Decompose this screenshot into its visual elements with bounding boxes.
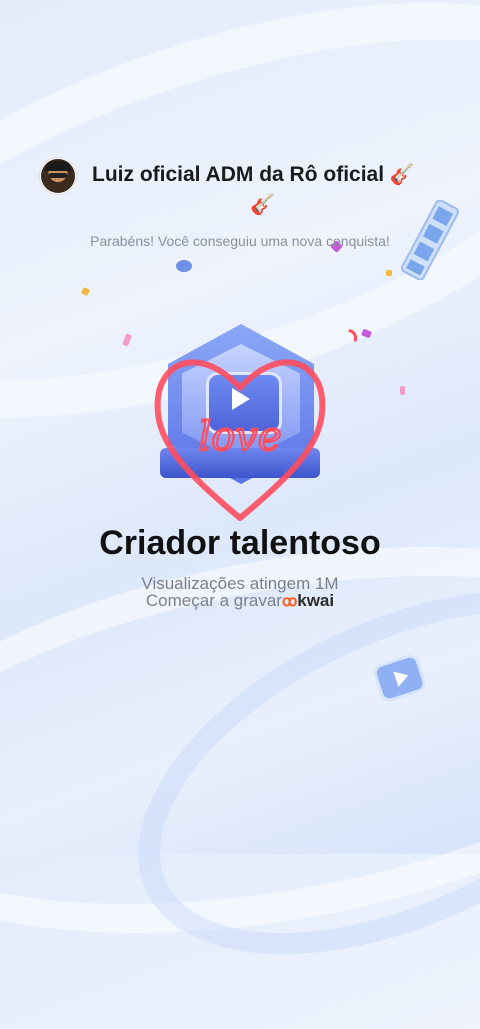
guitar-icon: 🎸 bbox=[250, 194, 275, 216]
avatar[interactable] bbox=[40, 158, 76, 194]
love-heart-overlay: love bbox=[154, 359, 326, 521]
avatar-cap bbox=[45, 161, 71, 171]
confetti bbox=[122, 333, 132, 347]
record-cta[interactable]: Começar a gravarꝏkwai bbox=[0, 591, 480, 611]
confetti bbox=[176, 260, 192, 272]
confetti bbox=[400, 386, 405, 395]
achievement-badge: love bbox=[140, 310, 340, 530]
record-cta-text: Começar a gravar bbox=[145, 591, 282, 610]
kwai-logo-icon: ꝏ bbox=[281, 593, 298, 610]
video-play-icon bbox=[373, 654, 426, 702]
confetti bbox=[361, 328, 372, 339]
avatar-glasses bbox=[49, 173, 67, 178]
guitar-icon: 🎸 bbox=[389, 164, 415, 186]
achievement-title: Criador talentoso bbox=[99, 524, 381, 562]
confetti bbox=[80, 286, 91, 297]
kwai-brand: kwai bbox=[297, 591, 335, 610]
love-text: love bbox=[198, 414, 281, 460]
congrats-message: Parabéns! Você conseguiu uma nova conqui… bbox=[90, 233, 390, 249]
user-name: Luiz oficial ADM da Rô oficial bbox=[92, 163, 385, 186]
user-name-line: Luiz oficial ADM da Rô oficial 🎸 bbox=[92, 162, 415, 187]
confetti bbox=[386, 270, 392, 276]
